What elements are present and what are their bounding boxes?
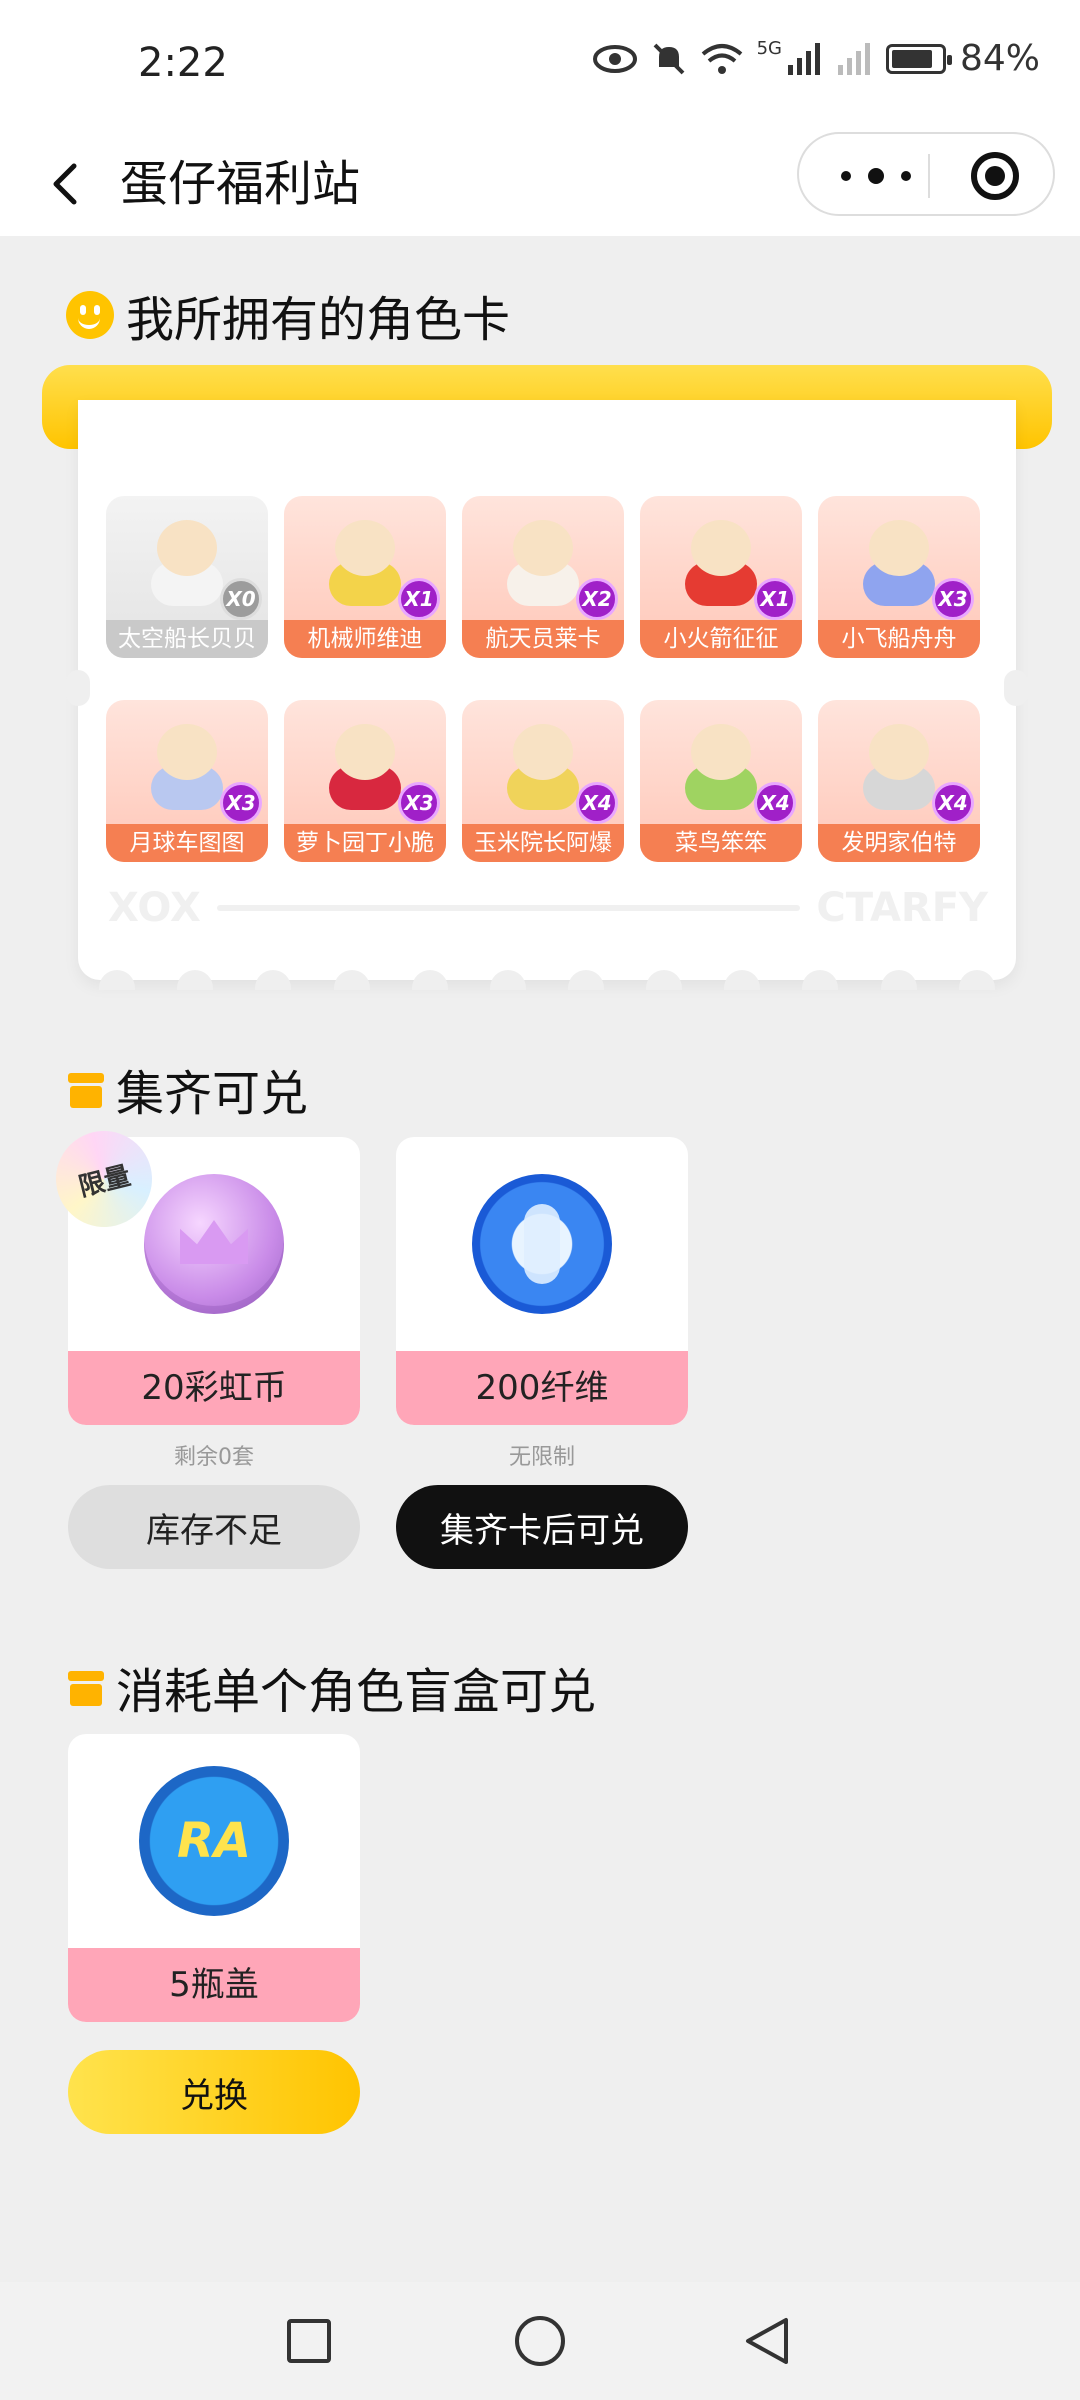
character-figure: [145, 512, 229, 608]
panel-notch-left: [66, 670, 90, 706]
card-count-badge: X1: [398, 578, 440, 620]
character-card[interactable]: X4 发明家伯特: [818, 700, 980, 862]
card-count-badge: X3: [220, 782, 262, 824]
character-figure: [857, 716, 941, 812]
collect-to-redeem-button[interactable]: 集齐卡后可兑: [396, 1485, 688, 1569]
character-figure: [323, 512, 407, 608]
panel-notch-right: [1004, 670, 1028, 706]
character-name: 萝卜园丁小脆: [284, 824, 446, 862]
signal-empty-icon: [837, 42, 870, 75]
character-card[interactable]: X0 太空船长贝贝: [106, 496, 268, 658]
back-arrow-icon[interactable]: [44, 162, 88, 206]
battery-percent: 84%: [959, 38, 1040, 79]
character-name: 小火箭征征: [640, 620, 802, 658]
character-card[interactable]: X3 小飞船舟舟: [818, 496, 980, 658]
character-name: 航天员莱卡: [462, 620, 624, 658]
character-card-panel: X0 太空船长贝贝 X1 机械师维迪 X2 航天员莱卡 X1 小火箭征征 X3 小飞船舟舟 X3 月…: [66, 400, 1028, 990]
character-name: 机械师维迪: [284, 620, 446, 658]
bottle-cap-icon: RA: [68, 1734, 360, 1948]
character-figure: [145, 716, 229, 812]
fiber-orb-icon: [396, 1137, 688, 1351]
panel-footer-line: [216, 905, 801, 911]
character-name: 玉米院长阿爆: [462, 824, 624, 862]
character-name: 菜鸟笨笨: [640, 824, 802, 862]
character-name: 小飞船舟舟: [818, 620, 980, 658]
character-figure: [323, 716, 407, 812]
section-collect-redeem: 集齐可兑: [68, 1054, 308, 1124]
system-nav-bar: [0, 2282, 1080, 2400]
character-card[interactable]: X1 小火箭征征: [640, 496, 802, 658]
capsule-divider: [928, 154, 930, 198]
panel-footer-decoration: XOX CTARFY: [108, 885, 988, 931]
card-count-badge: X4: [754, 782, 796, 824]
character-card[interactable]: X3 萝卜园丁小脆: [284, 700, 446, 862]
prize-card[interactable]: RA 5瓶盖: [68, 1734, 360, 2022]
card-count-badge: X2: [576, 578, 618, 620]
prize-item-fiber: 200纤维 无限制 集齐卡后可兑: [396, 1137, 688, 1569]
card-count-badge: X4: [576, 782, 618, 824]
character-name: 发明家伯特: [818, 824, 980, 862]
character-figure: [679, 716, 763, 812]
card-count-badge: X0: [220, 578, 262, 620]
more-menu-button[interactable]: [841, 158, 911, 194]
gift-icon: [68, 1667, 104, 1707]
prize-label: 20彩虹币: [68, 1351, 360, 1425]
status-icons: 5G 84%: [592, 38, 1040, 79]
character-row-1: X0 太空船长贝贝 X1 机械师维迪 X2 航天员莱卡 X1 小火箭征征 X3 小飞船舟舟: [106, 496, 980, 658]
panel-footer-right: CTARFY: [816, 885, 988, 931]
character-card[interactable]: X1 机械师维迪: [284, 496, 446, 658]
section-collect-title: 集齐可兑: [116, 1066, 309, 1122]
out-of-stock-button[interactable]: 库存不足: [68, 1485, 360, 1569]
prize-label: 5瓶盖: [68, 1948, 360, 2022]
character-figure: [679, 512, 763, 608]
prize-remaining: 剩余0套: [174, 1445, 254, 1470]
card-count-badge: X4: [932, 782, 974, 824]
section-consume-redeem: 消耗单个角色盲盒可兑: [68, 1652, 596, 1722]
wifi-icon: [701, 43, 742, 74]
battery-icon: [885, 43, 952, 74]
character-figure: [501, 716, 585, 812]
signal-icon: [787, 42, 820, 75]
character-name: 月球车图图: [106, 824, 268, 862]
prize-limit: 无限制: [508, 1445, 575, 1470]
character-figure: [501, 512, 585, 608]
character-card[interactable]: X3 月球车图图: [106, 700, 268, 862]
status-bar: 2:22 5G 84%: [0, 0, 1080, 132]
network-label: 5G: [756, 38, 782, 59]
character-card[interactable]: X2 航天员莱卡: [462, 496, 624, 658]
status-time: 2:22: [138, 40, 228, 86]
close-target-button[interactable]: [971, 152, 1019, 200]
home-icon[interactable]: [515, 2316, 565, 2366]
smile-icon: [66, 291, 114, 339]
recent-apps-icon[interactable]: [287, 2319, 331, 2363]
section-owned-cards-title: 我所拥有的角色卡: [126, 292, 511, 348]
prize-card[interactable]: 200纤维: [396, 1137, 688, 1425]
miniprogram-capsule: [797, 132, 1055, 216]
nav-bar: 蛋仔福利站: [0, 132, 1080, 236]
card-count-badge: X1: [754, 578, 796, 620]
card-count-badge: X3: [932, 578, 974, 620]
card-count-badge: X3: [398, 782, 440, 824]
gift-icon: [68, 1069, 104, 1109]
prize-item-rainbow-coin: 限量 20彩虹币 剩余0套 库存不足: [45, 1120, 360, 1569]
character-card[interactable]: X4 菜鸟笨笨: [640, 700, 802, 862]
character-name: 太空船长贝贝: [106, 620, 268, 658]
character-card[interactable]: X4 玉米院长阿爆: [462, 700, 624, 862]
character-figure: [857, 512, 941, 608]
character-row-2: X3 月球车图图 X3 萝卜园丁小脆 X4 玉米院长阿爆 X4 菜鸟笨笨 X4 发明家伯特: [106, 700, 980, 862]
redeem-button[interactable]: 兑换: [68, 2050, 360, 2134]
prize-item-bottle-cap: RA 5瓶盖 兑换: [68, 1734, 360, 2134]
page-title: 蛋仔福利站: [120, 156, 361, 212]
panel-footer-left: XOX: [108, 885, 201, 931]
mute-bell-icon: [653, 43, 684, 74]
section-consume-title: 消耗单个角色盲盒可兑: [116, 1664, 597, 1720]
section-owned-cards: 我所拥有的角色卡: [66, 280, 510, 350]
prize-label: 200纤维: [396, 1351, 688, 1425]
back-triangle-icon[interactable]: [744, 2316, 790, 2366]
eye-icon: [592, 44, 637, 73]
panel-scallop-edge: [78, 970, 1016, 990]
